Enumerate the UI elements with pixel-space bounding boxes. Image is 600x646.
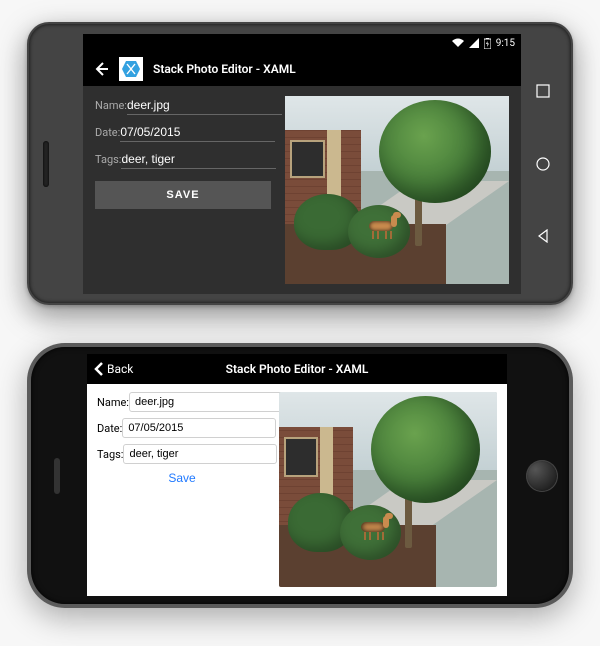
save-button[interactable]: SAVE (95, 181, 271, 209)
date-input[interactable] (122, 418, 276, 438)
name-input[interactable] (127, 96, 282, 115)
save-button[interactable]: Save (162, 470, 201, 486)
photo-preview (285, 96, 509, 284)
tags-input[interactable] (123, 444, 277, 464)
android-speaker (43, 141, 49, 187)
form-panel: Name: Date: Tags: SAVE (95, 96, 271, 284)
back-icon[interactable] (536, 229, 550, 243)
battery-icon (484, 38, 491, 49)
iphone-device: Back Stack Photo Editor - XAML Name: Dat… (27, 343, 573, 608)
nav-bar: Back Stack Photo Editor - XAML (87, 354, 507, 384)
date-label: Date: (95, 126, 120, 139)
home-icon[interactable] (535, 156, 551, 172)
status-time: 9:15 (496, 38, 515, 49)
wifi-icon (452, 38, 464, 48)
home-button[interactable] (526, 460, 558, 492)
recent-apps-icon[interactable] (536, 84, 550, 98)
iphone-earpiece (54, 458, 60, 494)
status-bar: 9:15 (83, 34, 521, 52)
tags-label: Tags: (97, 448, 123, 461)
app-bar: Stack Photo Editor - XAML (83, 52, 521, 86)
android-nav-keys (525, 34, 561, 293)
back-button[interactable] (93, 61, 109, 77)
nav-title: Stack Photo Editor - XAML (226, 362, 369, 376)
back-button[interactable]: Back (93, 361, 133, 377)
photo-preview (279, 392, 497, 587)
back-label: Back (107, 362, 133, 376)
name-label: Name: (97, 396, 129, 409)
app-title: Stack Photo Editor - XAML (153, 62, 296, 76)
signal-icon (469, 38, 479, 48)
chevron-left-icon (93, 361, 105, 377)
tags-label: Tags: (95, 153, 121, 166)
xamarin-logo-icon (119, 57, 143, 81)
form-panel: Name: Date: Tags: Save (97, 392, 267, 596)
name-label: Name: (95, 99, 127, 112)
date-input[interactable] (120, 123, 275, 142)
name-input[interactable] (129, 392, 283, 412)
android-device: 9:15 Stack Photo Editor - XAML Name: (27, 22, 573, 305)
tags-input[interactable] (121, 150, 276, 169)
date-label: Date: (97, 422, 122, 435)
